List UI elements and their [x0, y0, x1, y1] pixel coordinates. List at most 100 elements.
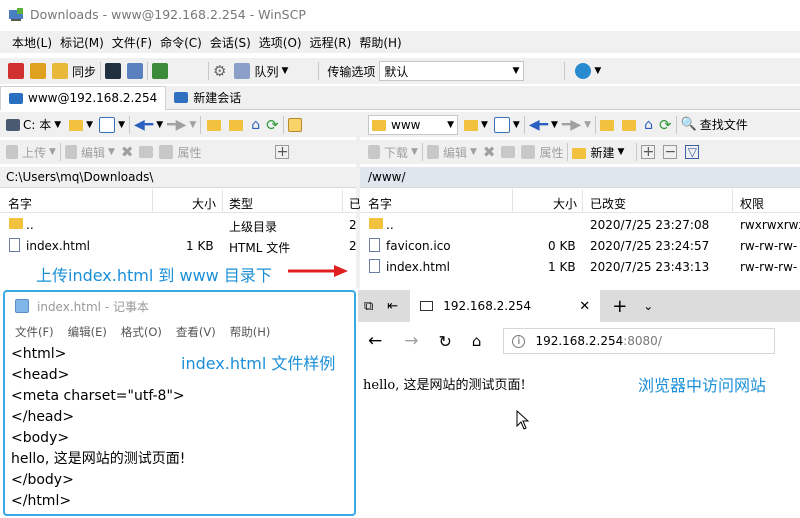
table-row[interactable]: index.html 1 KB HTML 文件 2	[0, 236, 357, 256]
delete-icon[interactable]: ✖	[121, 143, 134, 161]
back-dropdown-icon[interactable]: ▼	[551, 120, 558, 130]
filter-dropdown-icon[interactable]: ▼	[513, 120, 520, 130]
synchronize-dirs-icon[interactable]	[152, 63, 169, 79]
notepad-menu-edit[interactable]: 编辑(E)	[68, 324, 107, 340]
globe-dropdown-icon[interactable]: ▼	[594, 66, 601, 76]
home-icon[interactable]: ⌂	[644, 117, 653, 133]
delete-icon[interactable]: ✖	[483, 143, 496, 161]
properties-label[interactable]: 属性	[177, 144, 201, 161]
edit-icon[interactable]	[64, 145, 77, 159]
col-name[interactable]: 名字	[368, 195, 392, 212]
new-tab-icon[interactable]: +	[612, 296, 627, 317]
parent-dir-icon[interactable]	[600, 120, 615, 131]
folder-dropdown-icon[interactable]: ▼	[86, 120, 93, 130]
table-row[interactable]: .. 上级目录 2	[0, 215, 357, 235]
download-icon[interactable]	[368, 145, 380, 159]
remote-dir-select[interactable]: www ▼	[368, 114, 458, 135]
new-folder-icon[interactable]	[572, 147, 587, 159]
properties-icon[interactable]	[521, 145, 536, 159]
local-drive-select[interactable]: C: 本	[23, 116, 51, 133]
table-row[interactable]: favicon.ico 0 KB 2020/7/25 23:24:57 rw-r…	[360, 236, 800, 256]
tab-actions-icon[interactable]: ⧉	[364, 299, 373, 314]
tab-new-session[interactable]: 新建会话	[166, 86, 249, 110]
tabs-aside-icon[interactable]: ⇤	[387, 299, 398, 314]
add-icon[interactable]: +	[641, 145, 656, 159]
putty-icon[interactable]	[127, 63, 144, 79]
gear-icon[interactable]: ⚙	[213, 62, 226, 80]
col-permissions[interactable]: 权限	[740, 195, 764, 212]
edit-label[interactable]: 编辑	[81, 144, 105, 161]
info-icon[interactable]: i	[512, 334, 526, 348]
notepad-menu-help[interactable]: 帮助(H)	[230, 324, 271, 340]
filter-icon[interactable]	[493, 116, 510, 133]
menu-local[interactable]: 本地(L)	[12, 34, 52, 51]
add-icon[interactable]: +	[275, 145, 290, 159]
close-tab-icon[interactable]: ✕	[579, 299, 590, 314]
home-icon[interactable]: ⌂	[472, 332, 482, 350]
open-folder-icon[interactable]	[464, 120, 478, 131]
refresh-icon[interactable]: ⟳	[659, 116, 672, 134]
col-type[interactable]: 类型	[229, 195, 253, 212]
notepad-menu-file[interactable]: 文件(F)	[15, 324, 54, 340]
notepad-menu-view[interactable]: 查看(V)	[176, 324, 216, 340]
menu-options[interactable]: 选项(O)	[259, 34, 302, 51]
drive-dropdown-icon[interactable]: ▼	[54, 120, 61, 130]
console-icon[interactable]	[105, 63, 122, 79]
root-dir-icon[interactable]	[622, 120, 637, 131]
table-row[interactable]: .. 2020/7/25 23:27:08 rwxrwxrwx	[360, 215, 800, 235]
filter-dropdown-icon[interactable]: ▼	[118, 120, 125, 130]
sync-label[interactable]: 同步	[72, 63, 96, 80]
local-path[interactable]: C:\Users\mq\Downloads\	[6, 170, 153, 184]
upload-icon[interactable]	[6, 145, 18, 159]
menu-file[interactable]: 文件(F)	[112, 34, 152, 51]
forward-dropdown-icon[interactable]: ▼	[189, 120, 196, 130]
upload-label[interactable]: 上传	[22, 144, 46, 161]
queue-icon[interactable]	[234, 63, 251, 79]
remove-icon[interactable]: −	[663, 145, 678, 159]
address-bar[interactable]: i 192.168.2.254 :8080/	[503, 328, 776, 354]
remote-path[interactable]: /www/	[368, 170, 406, 184]
back-icon[interactable]: ◀━	[134, 117, 153, 133]
tab-session[interactable]: www@192.168.2.254	[0, 85, 167, 110]
back-icon[interactable]: ◀━	[529, 117, 548, 133]
browser-tab[interactable]: 192.168.2.254 ✕	[410, 290, 601, 322]
edit-dropdown-icon[interactable]: ▼	[108, 147, 115, 157]
download-label[interactable]: 下载	[384, 144, 408, 161]
forward-icon[interactable]: ━▶	[562, 117, 581, 133]
forward-dropdown-icon[interactable]: ▼	[584, 120, 591, 130]
compare-icon[interactable]	[8, 63, 24, 79]
forward-icon[interactable]: ━▶	[167, 117, 186, 133]
menu-help[interactable]: 帮助(H)	[359, 34, 401, 51]
new-dropdown-icon[interactable]: ▼	[617, 147, 624, 157]
queue-dropdown-icon[interactable]: ▼	[281, 66, 288, 76]
search-icon[interactable]: 🔍	[681, 117, 697, 132]
filter-icon[interactable]	[99, 116, 116, 133]
filter-mask-icon[interactable]: ▽	[685, 145, 700, 159]
edit-dropdown-icon[interactable]: ▼	[470, 147, 477, 157]
col-size[interactable]: 大小	[553, 195, 577, 212]
refresh-icon[interactable]: ⟳	[266, 116, 279, 134]
properties-label[interactable]: 属性	[539, 144, 563, 161]
download-dropdown-icon[interactable]: ▼	[411, 147, 418, 157]
menu-command[interactable]: 命令(C)	[160, 34, 202, 51]
queue-label[interactable]: 队列	[254, 63, 278, 80]
transfer-options-select[interactable]: 默认 ▼	[379, 61, 525, 81]
col-changed[interactable]: 已改变	[590, 195, 626, 212]
rename-icon[interactable]	[139, 146, 154, 158]
edit-icon[interactable]	[426, 145, 439, 159]
col-name[interactable]: 名字	[8, 195, 32, 212]
back-dropdown-icon[interactable]: ▼	[156, 120, 163, 130]
forward-icon[interactable]: →	[404, 331, 418, 351]
notepad-menu-format[interactable]: 格式(O)	[121, 324, 162, 340]
menu-remote[interactable]: 远程(R)	[310, 34, 352, 51]
col-size[interactable]: 大小	[192, 195, 216, 212]
rename-icon[interactable]	[501, 146, 516, 158]
root-dir-icon[interactable]	[229, 120, 244, 131]
back-icon[interactable]: ←	[368, 331, 382, 351]
menu-mark[interactable]: 标记(M)	[60, 34, 104, 51]
menu-session[interactable]: 会话(S)	[210, 34, 251, 51]
upload-dropdown-icon[interactable]: ▼	[49, 147, 56, 157]
new-label[interactable]: 新建	[590, 144, 614, 161]
refresh-icon[interactable]: ↻	[439, 332, 452, 351]
table-row[interactable]: index.html 1 KB 2020/7/25 23:43:13 rw-rw…	[360, 257, 800, 277]
